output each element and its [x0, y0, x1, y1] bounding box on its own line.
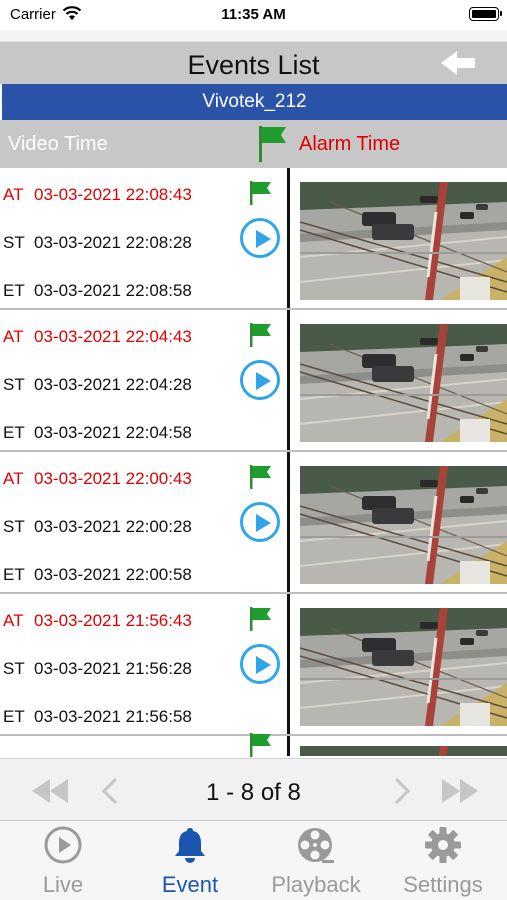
- flag-icon: [250, 465, 271, 489]
- event-thumbnail[interactable]: [300, 466, 507, 584]
- divider: [287, 310, 290, 452]
- divider: [287, 594, 290, 736]
- tab-playback[interactable]: Playback: [253, 821, 379, 900]
- flag-icon: [250, 181, 271, 205]
- battery-icon: [469, 7, 502, 21]
- status-time: 11:35 AM: [221, 6, 286, 23]
- flag-icon: [250, 607, 271, 631]
- tab-bar: Live Event Playback Settings: [0, 820, 507, 900]
- event-thumbnail[interactable]: [300, 746, 507, 756]
- alarm-time-text: AT 03-03-2021 22:00:43: [3, 469, 192, 488]
- arrow-left-icon[interactable]: [439, 48, 479, 78]
- flag-icon: [250, 323, 271, 347]
- event-thumbnail[interactable]: [300, 608, 507, 726]
- tab-settings[interactable]: Settings: [380, 821, 506, 900]
- alarm-time-text: AT 03-03-2021 21:56:43: [3, 611, 192, 630]
- status-bar: Carrier 11:35 AM: [0, 0, 507, 30]
- event-row[interactable]: AT 03-03-2021 22:08:43 ST 03-03-2021 22:08…: [0, 168, 507, 310]
- end-time-text: ET 03-03-2021 22:04:58: [3, 423, 192, 442]
- top-spacer: [0, 30, 507, 42]
- start-time-text: ST 03-03-2021 22:04:28: [3, 375, 192, 394]
- tab-label: Live: [42, 872, 84, 897]
- film-reel-icon: [298, 828, 334, 863]
- nav-header: Events List: [0, 42, 507, 84]
- play-circle-icon: [44, 826, 82, 864]
- play-button[interactable]: [240, 360, 280, 400]
- start-time-text: ST 03-03-2021 21:56:28: [3, 659, 192, 678]
- tab-label: Settings: [403, 872, 483, 897]
- alarm-time-text: AT 03-03-2021 22:04:43: [3, 327, 192, 346]
- start-time-text: ST 03-03-2021 22:08:28: [3, 233, 192, 252]
- pagination-bar: 1 - 8 of 8: [0, 758, 507, 820]
- start-time-text: ST 03-03-2021 22:00:28: [3, 517, 192, 536]
- event-thumbnail[interactable]: [300, 182, 507, 300]
- divider: [287, 452, 290, 594]
- event-thumbnail[interactable]: [300, 324, 507, 442]
- flag-icon: [259, 126, 286, 162]
- end-time-text: ET 03-03-2021 22:08:58: [3, 281, 192, 300]
- column-header: Video Time Alarm Time: [0, 120, 507, 168]
- play-button[interactable]: [240, 644, 280, 684]
- chevron-right-icon[interactable]: [390, 771, 414, 811]
- page-indicator: 1 - 8 of 8: [206, 779, 301, 806]
- alarm-time-text: AT 03-03-2021 22:08:43: [3, 185, 192, 204]
- event-row[interactable]: AT 03-03-2021 21:56:43 ST 03-03-2021 21:56…: [0, 594, 507, 736]
- end-time-text: ET 03-03-2021 21:56:58: [3, 707, 192, 726]
- tab-label: Event: [161, 872, 219, 897]
- divider: [287, 736, 290, 756]
- video-time-header: Video Time: [8, 133, 108, 155]
- play-button[interactable]: [240, 218, 280, 258]
- tab-live[interactable]: Live: [0, 821, 126, 900]
- last-page-icon[interactable]: [434, 771, 482, 811]
- page-title: Events List: [187, 50, 320, 80]
- tab-event[interactable]: Event: [127, 821, 253, 900]
- gear-icon: [425, 827, 461, 863]
- bell-icon: [175, 828, 205, 863]
- divider: [287, 168, 290, 310]
- event-row[interactable]: AT 03-03-2021 22:04:43 ST 03-03-2021 22:04…: [0, 310, 507, 452]
- event-row[interactable]: AT 03-03-2021 22:00:43 ST 03-03-2021 22:00…: [0, 452, 507, 594]
- tab-label: Playback: [271, 872, 361, 897]
- flag-icon: [250, 733, 271, 757]
- events-list[interactable]: AT 03-03-2021 22:08:43 ST 03-03-2021 22:08…: [0, 168, 507, 758]
- device-name-bar: Vivotek_212: [2, 84, 507, 120]
- event-row[interactable]: [0, 733, 507, 757]
- end-time-text: ET 03-03-2021 22:00:58: [3, 565, 192, 584]
- play-button[interactable]: [240, 502, 280, 542]
- alarm-time-header: Alarm Time: [299, 133, 401, 155]
